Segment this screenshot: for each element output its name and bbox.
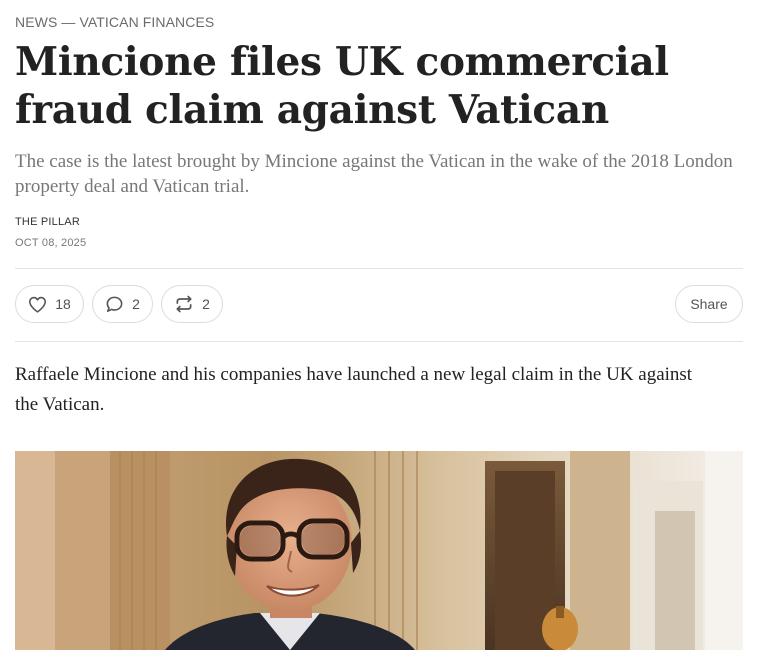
divider-top	[15, 268, 743, 269]
publish-date: OCT 08, 2025	[15, 237, 87, 249]
like-button[interactable]: 18	[15, 285, 84, 323]
article-title: Mincione files UK commercial fraud claim…	[15, 39, 669, 133]
share-button[interactable]: Share	[675, 285, 743, 323]
comment-icon	[106, 296, 123, 312]
divider-bottom	[15, 341, 743, 342]
like-count: 18	[55, 296, 71, 312]
section-kicker[interactable]: NEWS — VATICAN FINANCES	[15, 14, 214, 30]
restack-button[interactable]: 2	[161, 285, 223, 323]
share-label: Share	[690, 296, 728, 312]
comment-button[interactable]: 2	[92, 285, 153, 323]
article-photo	[15, 451, 743, 650]
comment-count: 2	[132, 296, 140, 312]
restack-count: 2	[202, 296, 210, 312]
man-with-glasses-photo	[15, 451, 743, 650]
publisher-name[interactable]: THE PILLAR	[15, 216, 80, 228]
article-subtitle: The case is the latest brought by Mincio…	[15, 151, 733, 197]
heart-icon	[29, 296, 47, 313]
restack-icon	[176, 295, 192, 313]
article-lead-paragraph: Raffaele Mincione and his companies have…	[15, 364, 693, 415]
